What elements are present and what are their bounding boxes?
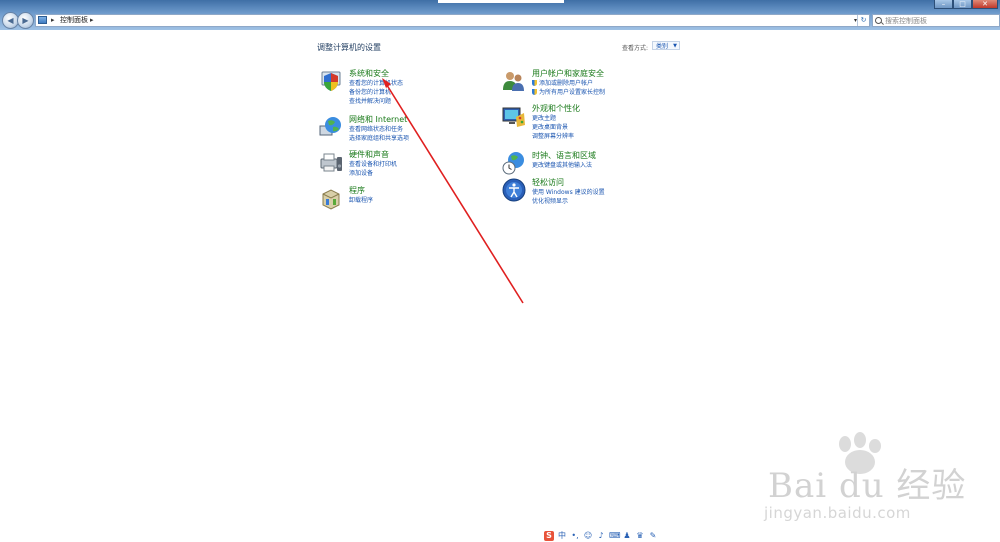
breadcrumb-chevron-icon[interactable]: ▸ xyxy=(90,15,94,26)
sogou-ime-icon[interactable]: S xyxy=(544,531,554,541)
view-by-dropdown[interactable]: 类别 ▼ xyxy=(652,41,680,50)
ime-toolbar: S 中 •, ☺ ♪ ⌨ ♟ ♛ ✎ xyxy=(544,530,658,542)
ease-of-access-icon[interactable] xyxy=(501,177,527,203)
uac-shield-icon xyxy=(532,89,537,95)
user-icon[interactable]: ♟ xyxy=(622,531,632,541)
link-add-device[interactable]: 添加设备 xyxy=(349,169,397,178)
tools-icon[interactable]: ✎ xyxy=(648,531,658,541)
link-parental-controls[interactable]: 为所有用户设置家长控制 xyxy=(532,88,605,97)
forward-button[interactable]: ▶ xyxy=(17,12,34,29)
keyboard-icon[interactable]: ⌨ xyxy=(609,531,621,541)
programs-box-icon[interactable] xyxy=(318,185,344,211)
window-controls: – □ ✕ xyxy=(934,0,998,9)
category-title[interactable]: 网络和 Internet xyxy=(349,114,407,125)
breadcrumb-control-panel[interactable]: 控制面板 xyxy=(60,15,88,26)
link-change-theme[interactable]: 更改主题 xyxy=(532,114,574,123)
search-icon xyxy=(875,17,882,24)
printer-speaker-icon[interactable] xyxy=(318,149,344,175)
punctuation-icon[interactable]: •, xyxy=(570,531,580,541)
category-title[interactable]: 外观和个性化 xyxy=(532,103,580,114)
page-title: 调整计算机的设置 xyxy=(317,43,381,52)
link-view-computer-status[interactable]: 查看您的计算机状态 xyxy=(349,79,403,88)
category-title[interactable]: 时钟、语言和区域 xyxy=(532,150,596,161)
close-button[interactable]: ✕ xyxy=(972,0,998,9)
watermark-brand: Bai du 经验 xyxy=(768,466,967,506)
window-title-strip xyxy=(438,0,564,3)
uac-shield-icon xyxy=(532,80,537,86)
link-backup-computer[interactable]: 备份您的计算机 xyxy=(349,88,403,97)
globe-network-icon[interactable] xyxy=(318,114,344,140)
link-add-remove-users[interactable]: 添加或删除用户帐户 xyxy=(532,79,605,88)
search-input[interactable] xyxy=(885,15,993,26)
refresh-icon[interactable]: ↻ xyxy=(857,15,869,26)
category-title[interactable]: 轻松访问 xyxy=(532,177,564,188)
link-windows-suggested-settings[interactable]: 使用 Windows 建议的设置 xyxy=(532,188,605,197)
monitor-palette-icon[interactable] xyxy=(501,103,527,129)
link-devices-printers[interactable]: 查看设备和打印机 xyxy=(349,160,397,169)
category-title[interactable]: 硬件和声音 xyxy=(349,149,389,160)
clock-globe-icon[interactable] xyxy=(501,150,527,176)
chinese-mode-icon[interactable]: 中 xyxy=(557,531,567,541)
link-homegroup-sharing[interactable]: 选择家庭组和共享选项 xyxy=(349,134,409,143)
window-titlebar: – □ ✕ ◀ ▶ ▸ 控制面板 ▸ ▾ ↻ xyxy=(0,0,1000,30)
baidu-watermark: Bai du 经验 jingyan.baidu.com xyxy=(760,430,995,530)
emoji-icon[interactable]: ☺ xyxy=(583,531,593,541)
minimize-button[interactable]: – xyxy=(934,0,953,9)
voice-input-icon[interactable]: ♪ xyxy=(596,531,606,541)
breadcrumb-chevron-icon[interactable]: ▸ xyxy=(51,15,55,26)
link-optimize-display[interactable]: 优化视频显示 xyxy=(532,197,605,206)
search-box[interactable] xyxy=(872,14,1000,27)
view-by-label: 查看方式: xyxy=(622,45,649,52)
link-change-background[interactable]: 更改桌面背景 xyxy=(532,123,574,132)
chevron-down-icon: ▼ xyxy=(673,43,677,49)
shield-computer-icon[interactable] xyxy=(318,68,344,94)
category-title[interactable]: 程序 xyxy=(349,185,365,196)
watermark-url: jingyan.baidu.com xyxy=(764,504,911,522)
users-icon[interactable] xyxy=(501,68,527,94)
maximize-button[interactable]: □ xyxy=(953,0,972,9)
link-change-input-method[interactable]: 更改键盘或其他输入法 xyxy=(532,161,592,170)
link-network-status[interactable]: 查看网络状态和任务 xyxy=(349,125,409,134)
skin-icon[interactable]: ♛ xyxy=(635,531,645,541)
link-troubleshoot[interactable]: 查找并解决问题 xyxy=(349,97,403,106)
control-panel-icon xyxy=(38,16,47,24)
address-bar[interactable]: ▸ 控制面板 ▸ ▾ ↻ xyxy=(35,14,870,27)
link-uninstall-program[interactable]: 卸载程序 xyxy=(349,196,373,205)
category-title[interactable]: 系统和安全 xyxy=(349,68,389,79)
link-screen-resolution[interactable]: 调整屏幕分辨率 xyxy=(532,132,574,141)
category-title[interactable]: 用户帐户和家庭安全 xyxy=(532,68,604,79)
view-by-value: 类别 xyxy=(656,43,669,50)
